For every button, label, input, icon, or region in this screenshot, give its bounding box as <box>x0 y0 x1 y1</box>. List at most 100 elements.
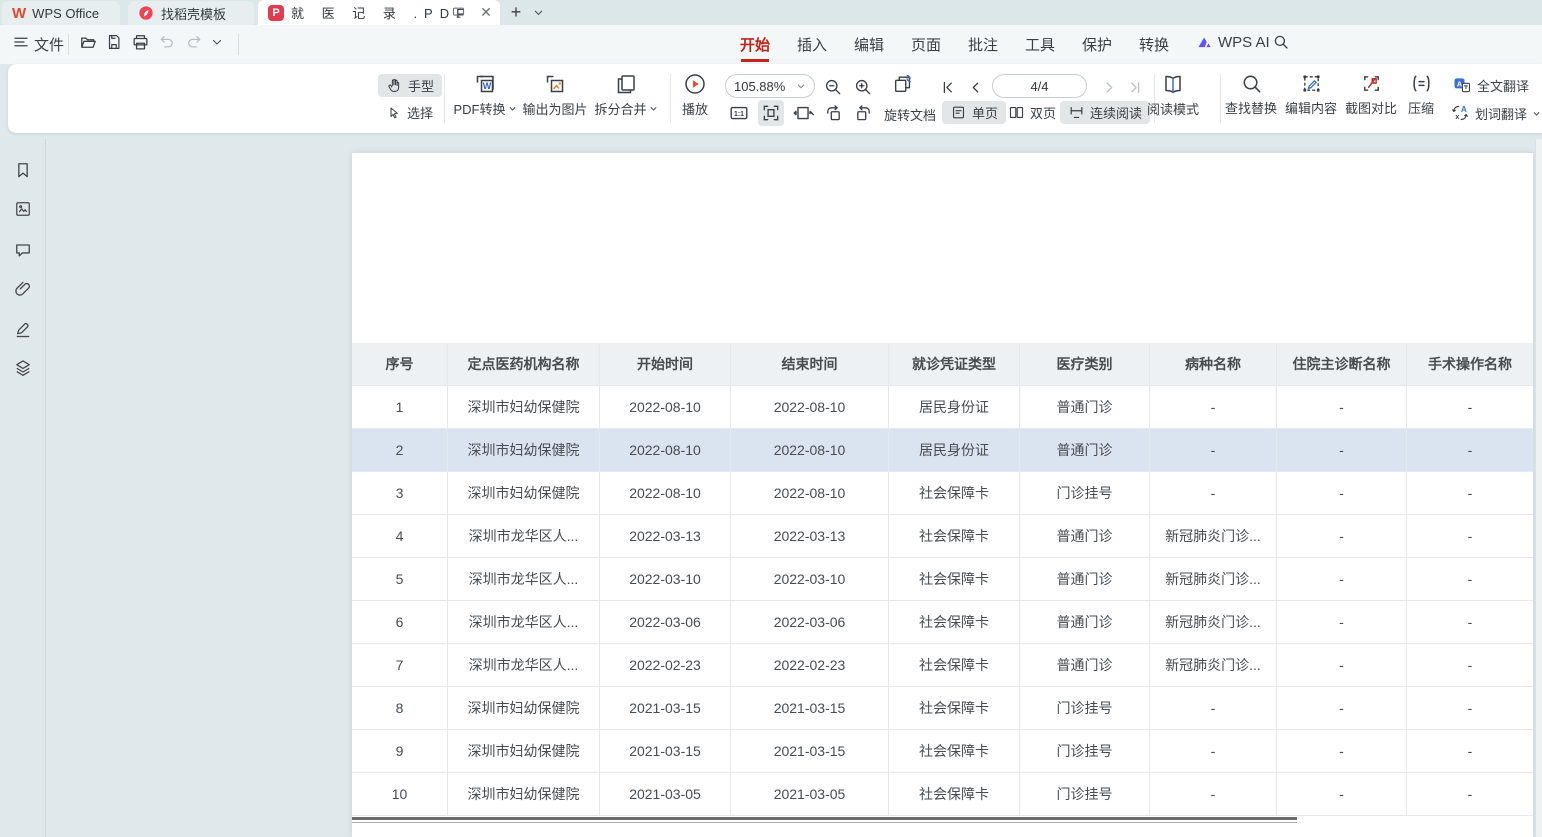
tab-label: 找稻壳模板 <box>161 4 226 23</box>
tab-label: 就 医 记 录 .PDF <box>291 3 471 22</box>
layers-icon[interactable] <box>13 358 33 378</box>
comment-icon[interactable] <box>13 240 33 260</box>
chevron-down-icon <box>1532 109 1541 118</box>
actual-size-button[interactable]: 1:1 <box>726 100 752 126</box>
file-menu[interactable]: 文件 <box>34 34 64 55</box>
screenshot-compare-button[interactable]: 截图对比 <box>1340 72 1402 117</box>
menu-item-edit[interactable]: 编辑 <box>854 34 884 55</box>
select-tool-button[interactable]: 选择 <box>378 101 441 124</box>
next-page-icon <box>1102 80 1117 95</box>
table-cell: 门诊挂号 <box>1020 472 1150 514</box>
table-bottom-scrollbar[interactable] <box>352 817 1297 820</box>
fit-width-icon <box>792 102 814 124</box>
zoom-level-select[interactable]: 105.88% <box>725 74 815 98</box>
svg-text:1:1: 1:1 <box>734 111 744 118</box>
table-cell: 6 <box>352 601 448 643</box>
pdf-convert-icon: W <box>473 72 497 96</box>
zoom-out-button[interactable] <box>822 76 844 98</box>
tab-docer-templates[interactable]: 找稻壳模板 <box>128 1 254 25</box>
fit-width-button[interactable] <box>790 100 816 126</box>
read-mode-button[interactable]: 阅读模式 <box>1142 72 1204 118</box>
save-icon[interactable] <box>105 33 125 53</box>
table-cell: 2022-08-10 <box>731 472 889 514</box>
full-translate-button[interactable]: A 全文翻译 <box>1452 75 1529 95</box>
bookmark-icon[interactable] <box>13 160 33 180</box>
open-folder-icon[interactable] <box>79 33 99 53</box>
split-merge-button[interactable]: 拆分合并 <box>588 72 664 118</box>
table-cell: - <box>1150 687 1277 729</box>
menu-item-page[interactable]: 页面 <box>911 34 941 55</box>
split-merge-icon <box>614 72 638 96</box>
new-tab-button[interactable]: + <box>506 2 526 22</box>
first-page-button[interactable] <box>936 76 958 98</box>
table-cell: 社会保障卡 <box>889 601 1020 643</box>
rotate-right-button[interactable] <box>850 100 876 126</box>
table-cell: - <box>1277 429 1407 471</box>
vertical-scrollbar[interactable] <box>1535 139 1542 837</box>
table-cell: 2 <box>352 429 448 471</box>
toolbar: 手型 选择 W PDF转换 <box>8 64 1542 133</box>
pdf-convert-button[interactable]: W PDF转换 <box>450 72 520 118</box>
fit-page-button[interactable] <box>758 100 784 126</box>
play-icon <box>683 72 707 96</box>
compress-button[interactable]: 压缩 <box>1400 72 1442 117</box>
table-row: 9深圳市妇幼保健院2021-03-152021-03-15社会保障卡门诊挂号--… <box>352 730 1533 773</box>
find-replace-button[interactable]: 查找替换 <box>1220 72 1282 117</box>
table-header-cell: 医疗类别 <box>1020 343 1150 385</box>
menu-item-wps-ai[interactable]: WPS AI <box>1196 34 1270 51</box>
table-cell: 2021-03-15 <box>731 687 889 729</box>
table-cell: - <box>1407 773 1533 815</box>
next-page-button[interactable] <box>1098 76 1120 98</box>
annotate-pen-icon[interactable] <box>13 319 33 339</box>
table-cell: 4 <box>352 515 448 557</box>
hand-tool-button[interactable]: 手型 <box>378 74 442 97</box>
rotate-doc-label[interactable]: 旋转文档 <box>884 105 936 124</box>
hamburger-menu-icon[interactable] <box>12 33 32 53</box>
tab-list-chevron-icon[interactable] <box>528 2 548 22</box>
wps-pdf-window: W WPS Office 找稻壳模板 P 就 医 记 录 .PDF ✕ + <box>0 0 1542 837</box>
edit-content-button[interactable]: 编辑内容 <box>1280 72 1342 117</box>
continuous-read-button[interactable]: 连续阅读 <box>1060 101 1150 124</box>
table-cell: 10 <box>352 773 448 815</box>
menu-item-insert[interactable]: 插入 <box>797 34 827 55</box>
table-cell: 社会保障卡 <box>889 472 1020 514</box>
menu-item-home[interactable]: 开始 <box>740 34 770 55</box>
menu-item-comment[interactable]: 批注 <box>968 34 998 55</box>
search-icon[interactable] <box>1272 33 1292 53</box>
monitor-icon[interactable] <box>448 2 468 22</box>
fit-page-icon <box>761 103 781 123</box>
redo-icon[interactable] <box>185 33 205 53</box>
table-cell: 1 <box>352 386 448 428</box>
word-translate-button[interactable]: x A 划词翻译 <box>1450 103 1541 123</box>
page-indicator-input[interactable]: 4/4 <box>992 74 1087 98</box>
table-cell: 2022-08-10 <box>600 386 731 428</box>
export-image-button[interactable]: 输出为图片 <box>516 72 594 118</box>
rotate-left-button[interactable] <box>820 100 846 126</box>
menu-item-tools[interactable]: 工具 <box>1025 34 1055 55</box>
prev-page-button[interactable] <box>964 76 986 98</box>
table-cell: - <box>1407 644 1533 686</box>
menu-bar: 文件 开始 插入 编辑 页面 批注 工具 保护 转换 <box>0 25 1542 64</box>
play-button[interactable]: 播放 <box>676 72 714 118</box>
svg-text:W: W <box>483 81 492 91</box>
extract-pages-button[interactable] <box>892 73 914 95</box>
table-cell: - <box>1150 730 1277 772</box>
attachment-icon[interactable] <box>13 279 33 299</box>
undo-redo-chevron-icon[interactable] <box>211 36 231 56</box>
thumbnail-icon[interactable] <box>13 199 33 219</box>
book-icon <box>1161 72 1185 96</box>
divider <box>68 34 69 55</box>
print-icon[interactable] <box>131 33 151 53</box>
table-cell: 2021-03-15 <box>600 687 731 729</box>
table-cell: - <box>1150 429 1277 471</box>
table-cell: 2022-03-06 <box>600 601 731 643</box>
menu-item-protect[interactable]: 保护 <box>1082 34 1112 55</box>
zoom-in-button[interactable] <box>852 76 874 98</box>
single-page-button[interactable]: 单页 <box>942 101 1006 124</box>
close-tab-icon[interactable]: ✕ <box>476 2 496 22</box>
undo-icon[interactable] <box>158 33 178 53</box>
tab-wps-office[interactable]: W WPS Office <box>2 1 120 25</box>
table-header-cell: 手术操作名称 <box>1407 343 1533 385</box>
menu-item-convert[interactable]: 转换 <box>1139 34 1169 55</box>
table-header-cell: 结束时间 <box>731 343 889 385</box>
